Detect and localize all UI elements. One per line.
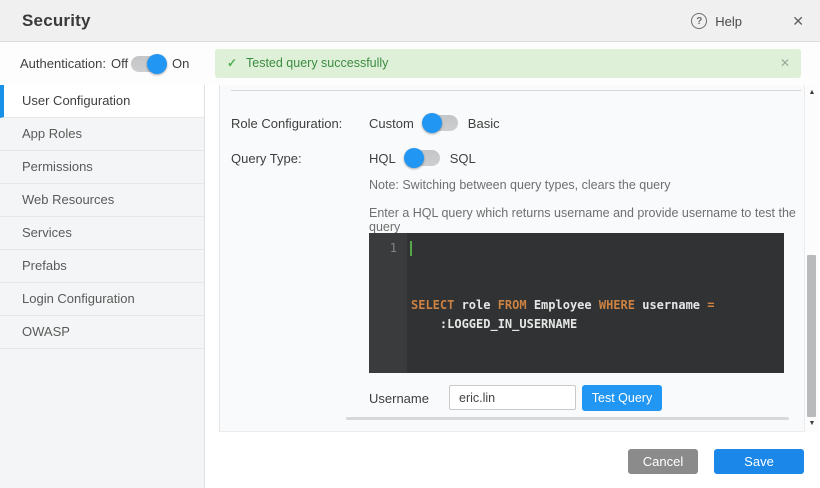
username-input[interactable] — [449, 385, 576, 410]
editor-gutter: 1 — [369, 233, 407, 373]
sidebar-item-owasp[interactable]: OWASP — [0, 316, 204, 349]
help-icon[interactable]: ? — [691, 13, 707, 29]
authentication-toggle[interactable] — [131, 56, 165, 72]
sidebar-item-login-configuration[interactable]: Login Configuration — [0, 283, 204, 316]
query-type-control: HQL SQL — [369, 150, 476, 166]
section-divider — [231, 90, 801, 91]
query-instruction-text: Enter a HQL query which returns username… — [369, 206, 804, 234]
auth-off-label: Off — [111, 42, 128, 85]
sidebar-item-web-resources[interactable]: Web Resources — [0, 184, 204, 217]
role-basic-label: Basic — [468, 116, 500, 131]
toggle-knob — [147, 54, 167, 74]
sidebar-item-permissions[interactable]: Permissions — [0, 151, 204, 184]
cancel-button[interactable]: Cancel — [628, 449, 698, 474]
help-label[interactable]: Help — [715, 14, 742, 29]
query-type-toggle[interactable] — [406, 150, 440, 166]
user-configuration-panel: Role Configuration: Custom Basic Query T… — [219, 85, 804, 432]
scrollbar-thumb[interactable] — [807, 255, 816, 417]
success-banner-text: Tested query successfully — [246, 49, 388, 78]
sidebar-item-app-roles[interactable]: App Roles — [0, 118, 204, 151]
sidebar-item-user-configuration[interactable]: User Configuration — [0, 85, 204, 118]
query-sql-label: SQL — [450, 151, 476, 166]
dialog-footer: Cancel Save — [205, 432, 820, 488]
role-configuration-toggle[interactable] — [424, 115, 458, 131]
scroll-down-arrow-icon[interactable]: ▼ — [805, 420, 819, 427]
auth-on-label: On — [172, 42, 189, 85]
save-button[interactable]: Save — [714, 449, 804, 474]
banner-close-icon[interactable]: ✕ — [780, 49, 790, 78]
authentication-label: Authentication: — [20, 42, 106, 85]
role-configuration-label: Role Configuration: — [231, 116, 342, 131]
success-banner: ✓ Tested query successfully ✕ — [215, 49, 801, 78]
editor-code: SELECT role FROM Employee WHERE username… — [407, 233, 784, 373]
sidebar-item-prefabs[interactable]: Prefabs — [0, 250, 204, 283]
scroll-up-arrow-icon[interactable]: ▲ — [805, 89, 819, 96]
role-configuration-control: Custom Basic — [369, 115, 500, 131]
vertical-scrollbar[interactable]: ▲ ▼ — [804, 85, 818, 432]
page-title: Security — [22, 0, 91, 42]
editor-caret — [410, 241, 412, 256]
query-code-editor[interactable]: 1 SELECT role FROM Employee WHERE userna… — [369, 233, 784, 373]
username-label: Username — [369, 391, 429, 406]
toggle-knob — [422, 113, 442, 133]
query-note-text: Note: Switching between query types, cle… — [369, 178, 671, 192]
sidebar: User Configuration App Roles Permissions… — [0, 85, 205, 488]
toolbar: Authentication: Off On ✓ Tested query su… — [0, 42, 820, 85]
query-hql-label: HQL — [369, 151, 396, 166]
check-icon: ✓ — [227, 49, 237, 78]
query-type-label: Query Type: — [231, 151, 302, 166]
sidebar-item-services[interactable]: Services — [0, 217, 204, 250]
help-button[interactable]: ? Help — [691, 0, 742, 42]
dialog-header: Security ? Help ✕ — [0, 0, 820, 42]
security-dialog: Security ? Help ✕ Authentication: Off On… — [0, 0, 820, 488]
role-custom-label: Custom — [369, 116, 414, 131]
horizontal-scrollbar[interactable] — [346, 417, 789, 420]
toggle-knob — [404, 148, 424, 168]
test-query-button[interactable]: Test Query — [582, 385, 662, 411]
close-icon[interactable]: ✕ — [788, 0, 808, 42]
